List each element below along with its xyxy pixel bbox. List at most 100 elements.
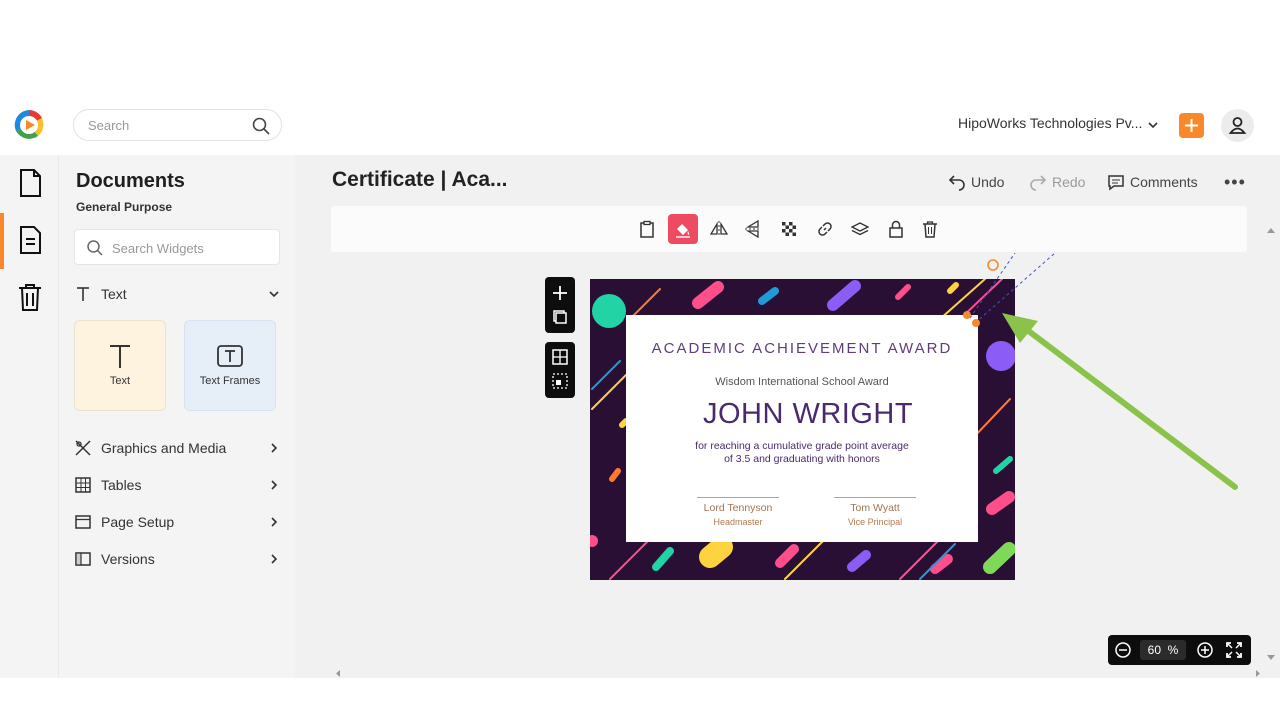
grid-icon[interactable] [552, 349, 568, 365]
more-options-button[interactable]: ••• [1224, 172, 1246, 193]
section-label: Tables [101, 477, 142, 493]
table-icon [74, 476, 92, 494]
search-icon[interactable] [251, 116, 271, 136]
signer-role: Headmaster [713, 517, 763, 527]
flip-horizontal-button[interactable] [704, 214, 734, 244]
fill-icon [676, 224, 690, 238]
horizontal-scrollbar[interactable] [336, 669, 1260, 678]
transparency-icon [782, 222, 796, 236]
school-name[interactable]: Wisdom International School Award [626, 376, 978, 388]
clipboard-icon [640, 220, 654, 238]
layers-icon [851, 222, 869, 236]
search-icon [86, 239, 104, 257]
chevron-down-icon[interactable] [1146, 118, 1160, 132]
award-reason-line: of 3.5 and graduating with honors [724, 453, 880, 465]
flip-vertical-button[interactable] [738, 214, 768, 244]
zoom-control: 60 % [1108, 635, 1251, 665]
resize-handle[interactable] [972, 319, 980, 327]
chevron-right-icon [268, 441, 280, 453]
zoom-out-icon[interactable] [1114, 641, 1132, 659]
text-frame-icon [217, 345, 243, 367]
create-new-button[interactable] [1179, 113, 1204, 138]
layers-button[interactable] [845, 214, 875, 244]
add-page-icon[interactable] [553, 286, 567, 300]
lock-button[interactable] [881, 214, 911, 244]
link-icon [818, 222, 832, 236]
undo-icon [948, 175, 965, 191]
redo-label: Redo [1052, 174, 1086, 190]
section-label: Versions [101, 551, 155, 567]
award-reason[interactable]: for reaching a cumulative grade point av… [626, 440, 978, 466]
new-document-icon[interactable] [17, 168, 43, 198]
resize-handle[interactable] [963, 311, 971, 319]
panel-subtitle: General Purpose [76, 200, 173, 214]
section-tables[interactable]: Tables [74, 474, 284, 496]
widget-search-placeholder: Search Widgets [112, 241, 204, 256]
lock-icon [889, 220, 903, 238]
section-versions[interactable]: Versions [74, 548, 284, 570]
grid-actions-toolbar [545, 342, 575, 398]
section-label: Text [101, 286, 127, 302]
text-icon [74, 285, 92, 303]
award-title[interactable]: ACADEMIC ACHIEVEMENT AWARD [626, 340, 978, 357]
user-avatar[interactable] [1221, 109, 1254, 142]
text-widget-card[interactable]: Text [74, 320, 166, 411]
signature-block-1[interactable]: Lord Tennyson Headmaster [697, 497, 779, 527]
signer-name: Lord Tennyson [703, 502, 773, 514]
signer-name: Tom Wyatt [850, 502, 900, 514]
delete-button[interactable] [915, 214, 945, 244]
signature-block-2[interactable]: Tom Wyatt Vice Principal [834, 497, 916, 527]
undo-label: Undo [971, 174, 1005, 190]
text-icon [110, 345, 130, 368]
page-actions-toolbar [545, 277, 575, 333]
section-label: Graphics and Media [101, 440, 227, 456]
section-graphics-and-media[interactable]: Graphics and Media [74, 437, 284, 459]
documents-icon[interactable] [17, 225, 43, 255]
annotation-arrow [1002, 313, 1238, 490]
organization-name[interactable]: HipoWorks Technologies Pv... [958, 115, 1142, 131]
zoom-value: 60 [1147, 643, 1161, 657]
panel-title: Documents [76, 170, 185, 192]
vertical-scrollbar[interactable] [1266, 225, 1276, 665]
card-label: Text Frames [199, 375, 261, 387]
flip-vertical-icon [745, 220, 761, 238]
zoom-unit: % [1167, 643, 1179, 657]
document-title[interactable]: Certificate | Aca... [332, 168, 508, 192]
rail-active-indicator [0, 213, 4, 269]
app-logo-icon[interactable] [13, 109, 45, 141]
transparency-button[interactable] [774, 214, 804, 244]
versions-icon [74, 550, 92, 568]
chevron-right-icon [268, 515, 280, 527]
section-text[interactable]: Text [74, 283, 284, 305]
section-page-setup[interactable]: Page Setup [74, 511, 284, 533]
comments-icon [1108, 175, 1124, 191]
zoom-level[interactable]: 60 % [1140, 640, 1186, 660]
search-placeholder: Search [88, 118, 130, 133]
comments-label: Comments [1130, 174, 1198, 190]
flip-horizontal-icon [710, 221, 728, 237]
rotate-handle-icon[interactable] [987, 259, 999, 271]
chevron-down-icon [268, 287, 280, 299]
fill-color-button[interactable] [668, 214, 698, 244]
delete-icon [923, 221, 937, 238]
card-label: Text [109, 375, 131, 387]
zoom-in-icon[interactable] [1196, 641, 1214, 659]
chevron-right-icon [268, 552, 280, 564]
search-input[interactable]: Search [73, 109, 282, 141]
trash-icon[interactable] [17, 282, 43, 312]
page-setup-icon [74, 513, 92, 531]
duplicate-page-icon[interactable] [553, 310, 567, 324]
chevron-right-icon [268, 478, 280, 490]
redo-icon [1030, 175, 1047, 191]
graphics-icon [74, 439, 92, 457]
recipient-name[interactable]: JOHN WRIGHT [626, 398, 990, 431]
section-label: Page Setup [101, 514, 175, 530]
signer-role: Vice Principal [847, 517, 903, 527]
link-button[interactable] [810, 214, 840, 244]
select-area-icon[interactable] [552, 373, 568, 389]
fullscreen-icon[interactable] [1225, 641, 1243, 659]
clipboard-button[interactable] [632, 214, 662, 244]
widget-search-input[interactable]: Search Widgets [74, 229, 280, 265]
text-frames-widget-card[interactable]: Text Frames [184, 320, 276, 411]
award-reason-line: for reaching a cumulative grade point av… [695, 440, 909, 452]
